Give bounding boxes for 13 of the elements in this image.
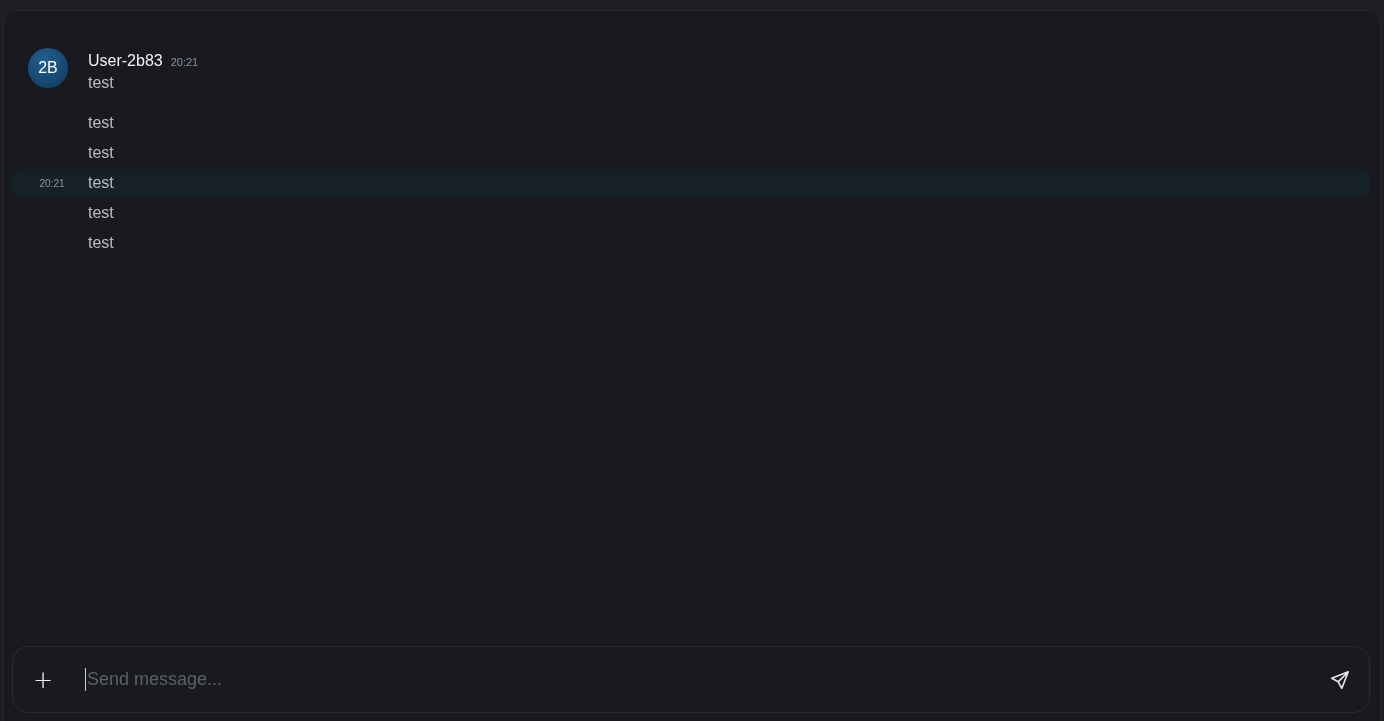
message-text: test: [88, 234, 114, 252]
message-time: 20:21: [39, 177, 65, 189]
message-text: test: [88, 204, 114, 222]
message-time: 20:21: [170, 56, 199, 68]
message-text: test: [88, 74, 114, 92]
message-text: test: [88, 174, 114, 192]
author-name: User-2b83: [88, 52, 163, 70]
message-input[interactable]: + Send message...: [12, 646, 1370, 713]
send-icon: [1329, 668, 1351, 691]
add-button[interactable]: +: [27, 663, 59, 696]
message-text: test: [88, 114, 114, 132]
user-avatar: 2B: [28, 48, 68, 88]
message-text: test: [88, 144, 114, 162]
